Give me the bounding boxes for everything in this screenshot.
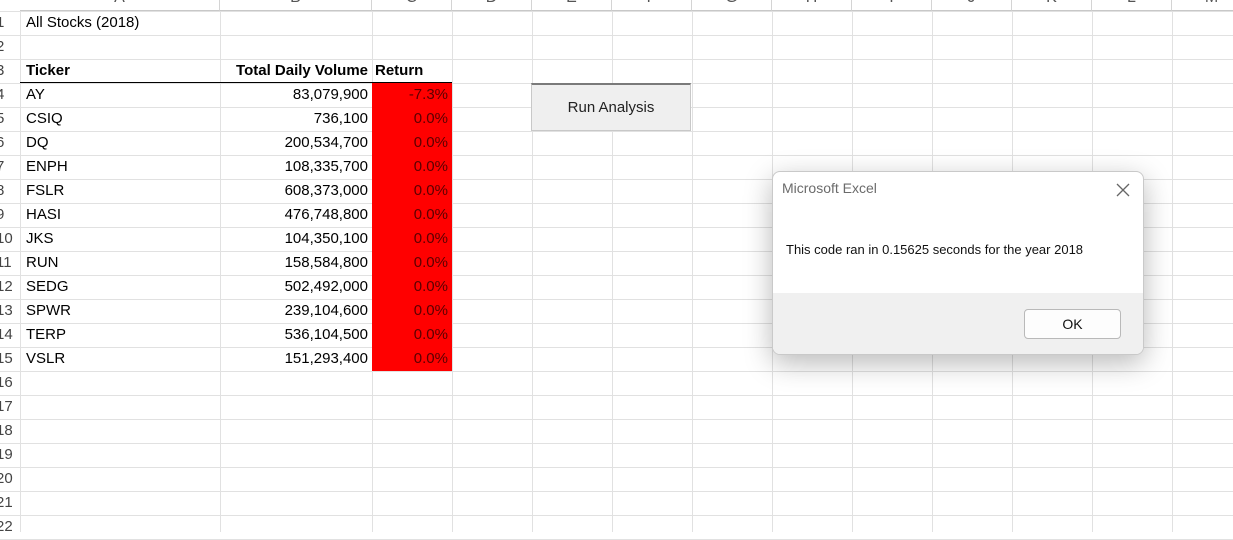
column-header-c[interactable]: C <box>372 0 452 11</box>
grid-row-line <box>0 371 1233 372</box>
ticker-cell[interactable]: DQ <box>26 131 216 155</box>
ticker-cell[interactable]: TERP <box>26 323 216 347</box>
volume-cell[interactable]: 502,492,000 <box>222 275 368 299</box>
ticker-cell[interactable]: FSLR <box>26 179 216 203</box>
volume-cell[interactable]: 158,584,800 <box>222 251 368 275</box>
return-cell[interactable]: 0.0% <box>372 275 452 299</box>
volume-cell[interactable]: 104,350,100 <box>222 227 368 251</box>
ticker-cell[interactable]: SEDG <box>26 275 216 299</box>
volume-cell[interactable]: 536,104,500 <box>222 323 368 347</box>
column-header-a[interactable]: A <box>20 0 220 11</box>
volume-cell[interactable]: 736,100 <box>222 107 368 131</box>
return-cell[interactable]: 0.0% <box>372 251 452 275</box>
return-cell[interactable]: 0.0% <box>372 107 452 131</box>
column-header-h[interactable]: H <box>772 0 852 11</box>
grid-col-line <box>220 11 221 532</box>
return-cell[interactable]: 0.0% <box>372 299 452 323</box>
return-cell[interactable]: 0.0% <box>372 323 452 347</box>
dialog-footer: OK <box>773 293 1143 354</box>
row-number[interactable]: 1 <box>0 11 16 35</box>
row-number[interactable]: 2 <box>0 35 16 59</box>
ticker-cell[interactable]: AY <box>26 83 216 107</box>
column-header-i[interactable]: I <box>852 0 932 11</box>
column-header-m[interactable]: M <box>1172 0 1233 11</box>
volume-cell[interactable]: 200,534,700 <box>222 131 368 155</box>
column-header-f[interactable]: F <box>612 0 692 11</box>
header-volume[interactable]: Total Daily Volume <box>222 59 368 83</box>
return-cell[interactable]: 0.0% <box>372 155 452 179</box>
column-header-g[interactable]: G <box>692 0 772 11</box>
ok-button[interactable]: OK <box>1024 309 1121 339</box>
volume-cell[interactable]: 108,335,700 <box>222 155 368 179</box>
close-icon[interactable] <box>1113 180 1133 200</box>
row-number[interactable]: 4 <box>0 83 16 107</box>
volume-cell[interactable]: 608,373,000 <box>222 179 368 203</box>
dialog-title: Microsoft Excel <box>782 180 877 196</box>
row-number[interactable]: 20 <box>0 467 16 491</box>
message-dialog: Microsoft Excel This code ran in 0.15625… <box>772 171 1144 355</box>
sheet-title-cell[interactable]: All Stocks (2018) <box>26 11 326 35</box>
return-cell[interactable]: 0.0% <box>372 131 452 155</box>
grid-row-line <box>0 35 1233 36</box>
row-number[interactable]: 15 <box>0 347 16 371</box>
row-number[interactable]: 14 <box>0 323 16 347</box>
grid-row-line <box>0 395 1233 396</box>
row-number[interactable]: 7 <box>0 155 16 179</box>
dialog-message: This code ran in 0.15625 seconds for the… <box>786 242 1084 257</box>
row-number[interactable]: 6 <box>0 131 16 155</box>
ticker-cell[interactable]: VSLR <box>26 347 216 371</box>
return-cell[interactable]: 0.0% <box>372 347 452 371</box>
row-number[interactable]: 8 <box>0 179 16 203</box>
return-cell[interactable]: 0.0% <box>372 227 452 251</box>
row-number[interactable]: 18 <box>0 419 16 443</box>
header-return[interactable]: Return <box>375 59 451 83</box>
return-cell[interactable]: 0.0% <box>372 203 452 227</box>
ticker-cell[interactable]: HASI <box>26 203 216 227</box>
ticker-cell[interactable]: JKS <box>26 227 216 251</box>
row-number[interactable]: 3 <box>0 59 16 83</box>
row-number[interactable]: 16 <box>0 371 16 395</box>
column-header-j[interactable]: J <box>932 0 1012 11</box>
ticker-cell[interactable]: SPWR <box>26 299 216 323</box>
column-header-k[interactable]: K <box>1012 0 1092 11</box>
run-analysis-button[interactable]: Run Analysis <box>531 83 691 131</box>
return-cell[interactable]: 0.0% <box>372 179 452 203</box>
row-number[interactable]: 10 <box>0 227 16 251</box>
ticker-cell[interactable]: RUN <box>26 251 216 275</box>
grid-row-line <box>0 467 1233 468</box>
grid-row-line <box>0 515 1233 516</box>
grid-row-line <box>0 491 1233 492</box>
column-header-d[interactable]: D <box>452 0 532 11</box>
ticker-cell[interactable]: ENPH <box>26 155 216 179</box>
ticker-cell[interactable]: CSIQ <box>26 107 216 131</box>
grid-row-line <box>0 419 1233 420</box>
row-number[interactable]: 9 <box>0 203 16 227</box>
grid-col-line <box>20 11 21 532</box>
row-number[interactable]: 5 <box>0 107 16 131</box>
grid-col-line <box>1172 11 1173 532</box>
grid-row-line <box>0 443 1233 444</box>
row-number[interactable]: 13 <box>0 299 16 323</box>
column-header-b[interactable]: B <box>220 0 372 11</box>
row-number[interactable]: 12 <box>0 275 16 299</box>
grid-col-line <box>452 11 453 532</box>
volume-cell[interactable]: 476,748,800 <box>222 203 368 227</box>
column-header-e[interactable]: E <box>532 0 612 11</box>
grid-col-line <box>692 11 693 532</box>
row-number[interactable]: 17 <box>0 395 16 419</box>
row-number[interactable]: 22 <box>0 515 16 539</box>
row-number[interactable]: 19 <box>0 443 16 467</box>
volume-cell[interactable]: 151,293,400 <box>222 347 368 371</box>
row-number[interactable]: 21 <box>0 491 16 515</box>
column-header-l[interactable]: L <box>1092 0 1172 11</box>
volume-cell[interactable]: 239,104,600 <box>222 299 368 323</box>
header-ticker[interactable]: Ticker <box>26 59 216 83</box>
row-number[interactable]: 11 <box>0 251 16 275</box>
return-cell[interactable]: -7.3% <box>372 83 452 107</box>
volume-cell[interactable]: 83,079,900 <box>222 83 368 107</box>
